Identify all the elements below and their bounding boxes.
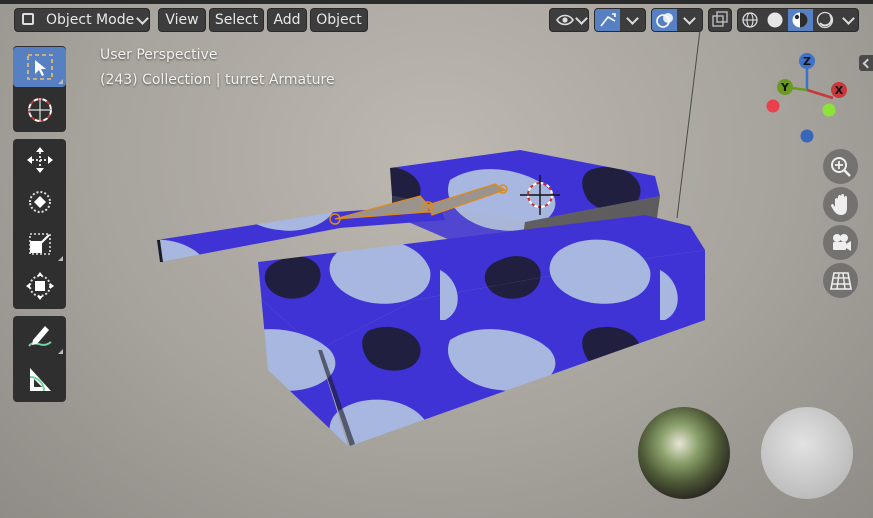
gizmo-y-axis[interactable]: Y bbox=[777, 79, 793, 95]
pan-button[interactable] bbox=[823, 187, 858, 222]
transform-tool[interactable] bbox=[13, 266, 66, 306]
measure-icon bbox=[29, 368, 51, 392]
navigation-gizmo[interactable]: Z Y X bbox=[757, 50, 857, 150]
3d-viewport[interactable]: Object Mode View Select Add Object User … bbox=[0, 0, 873, 518]
overlay-toggle[interactable] bbox=[652, 9, 677, 31]
chevron-down-icon[interactable] bbox=[683, 12, 696, 25]
annotate-tool[interactable] bbox=[13, 317, 66, 357]
zoom-button[interactable] bbox=[823, 149, 858, 184]
chevron-left-icon bbox=[862, 58, 873, 69]
eye-icon bbox=[556, 14, 574, 26]
camera-view-button[interactable] bbox=[823, 225, 858, 260]
chevron-down-icon bbox=[575, 12, 588, 25]
grid-icon bbox=[829, 271, 852, 290]
measure-tool[interactable] bbox=[13, 360, 66, 400]
material-sphere-icon bbox=[792, 12, 808, 28]
tool-options-corner bbox=[58, 79, 63, 84]
view-perspective-label: User Perspective bbox=[100, 47, 218, 63]
gizmo-z-axis[interactable]: Z bbox=[799, 53, 815, 69]
wireframe-sphere-icon bbox=[742, 12, 758, 28]
active-object-info: (243) Collection | turret Armature bbox=[100, 72, 335, 88]
toolbar-annotate-group bbox=[13, 316, 66, 402]
tool-options-corner bbox=[58, 349, 63, 354]
chevron-down-icon bbox=[136, 12, 149, 25]
sidebar-toggle[interactable] bbox=[859, 55, 873, 71]
xray-toggle[interactable] bbox=[708, 8, 732, 32]
camera-icon bbox=[832, 233, 851, 251]
mode-label: Object Mode bbox=[46, 12, 135, 28]
zoom-icon bbox=[830, 156, 851, 177]
overlay-icon bbox=[656, 13, 673, 28]
material-preview-button[interactable] bbox=[788, 9, 813, 31]
overlay-toggle-group[interactable] bbox=[651, 8, 703, 32]
select-box-tool[interactable] bbox=[13, 47, 66, 87]
transform-icon bbox=[25, 272, 54, 300]
hdri-preview-sphere bbox=[638, 407, 730, 499]
chevron-down-icon[interactable] bbox=[626, 12, 639, 25]
xray-icon bbox=[712, 11, 728, 27]
rotate-tool[interactable] bbox=[13, 182, 66, 222]
gizmo-y-label: Y bbox=[780, 81, 790, 94]
gizmo-z-label: Z bbox=[803, 55, 811, 68]
solid-sphere-icon bbox=[767, 12, 783, 28]
wireframe-shading-button[interactable] bbox=[738, 9, 763, 31]
hand-icon bbox=[830, 193, 847, 215]
rendered-sphere-icon bbox=[816, 11, 834, 29]
object-menu[interactable]: Object bbox=[310, 8, 368, 32]
ortho-toggle-button[interactable] bbox=[823, 263, 858, 298]
annotate-icon bbox=[27, 326, 52, 347]
solid-shading-button[interactable] bbox=[763, 9, 788, 31]
gizmo-toggle[interactable] bbox=[595, 9, 620, 31]
material-preview-sphere bbox=[761, 407, 853, 499]
scale-icon bbox=[28, 233, 51, 255]
gizmo-x-label: X bbox=[835, 84, 844, 97]
cursor-tool[interactable] bbox=[13, 90, 66, 130]
visibility-dropdown[interactable] bbox=[549, 8, 589, 32]
add-menu[interactable]: Add bbox=[267, 8, 307, 32]
object-mode-icon bbox=[22, 13, 34, 25]
move-icon bbox=[26, 147, 53, 173]
gizmo-x-axis[interactable]: X bbox=[831, 82, 847, 98]
scale-tool[interactable] bbox=[13, 224, 66, 264]
cursor-icon bbox=[27, 98, 52, 122]
select-box-icon bbox=[26, 54, 53, 80]
gizmo-icon bbox=[600, 13, 616, 27]
mode-selector[interactable]: Object Mode bbox=[14, 8, 150, 32]
move-tool[interactable] bbox=[13, 140, 66, 180]
select-menu[interactable]: Select bbox=[209, 8, 264, 32]
gizmo-toggle-group[interactable] bbox=[594, 8, 646, 32]
view-menu[interactable]: View bbox=[158, 8, 206, 32]
tool-options-corner bbox=[58, 256, 63, 261]
chevron-down-icon[interactable] bbox=[842, 12, 855, 25]
rendered-shading-button[interactable] bbox=[813, 9, 838, 31]
shading-mode-group[interactable] bbox=[737, 8, 859, 32]
top-border bbox=[0, 0, 873, 4]
toolbar-transform-group bbox=[13, 139, 66, 309]
rotate-icon bbox=[28, 191, 51, 213]
toolbar-select-group bbox=[13, 46, 66, 132]
